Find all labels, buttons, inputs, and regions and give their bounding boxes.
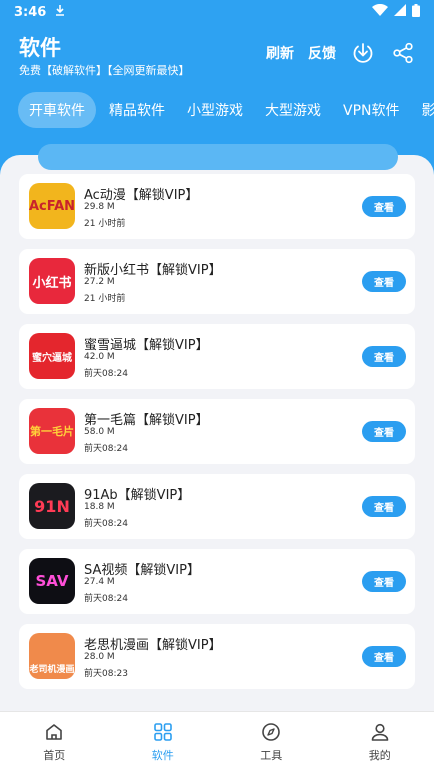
download-circle-icon bbox=[353, 43, 373, 63]
app-icon-mixue: 蜜穴逼城 bbox=[29, 333, 75, 379]
refresh-button[interactable]: 刷新 bbox=[266, 43, 294, 63]
banner-placeholder bbox=[38, 144, 398, 170]
tab-small-games[interactable]: 小型游戏 bbox=[178, 92, 252, 128]
nav-tools[interactable]: 工具 bbox=[217, 712, 326, 773]
list-item[interactable]: SAV SA视频【解锁VIP】 27.4 M 前天08:24 查看 bbox=[19, 549, 415, 614]
app-list: AcFAN Ac动漫【解锁VIP】 29.8 M 21 小时前 查看 小红书 新… bbox=[19, 174, 415, 699]
tab-jingpin[interactable]: 精品软件 bbox=[100, 92, 174, 128]
app-time: 前天08:24 bbox=[84, 369, 128, 379]
tab-video[interactable]: 影视软件 bbox=[413, 92, 434, 128]
compass-icon bbox=[262, 723, 281, 741]
view-button[interactable]: 查看 bbox=[362, 421, 406, 442]
share-button[interactable] bbox=[390, 40, 416, 66]
app-name: SA视频【解锁VIP】 bbox=[84, 563, 200, 578]
app-icon-laosiji: 老司机漫画 bbox=[29, 633, 75, 679]
app-icon-diyimaopian: 第一毛片 bbox=[29, 408, 75, 454]
app-icon-sav: SAV bbox=[29, 558, 75, 604]
app-size: 27.4 M bbox=[84, 577, 115, 587]
app-time: 21 小时前 bbox=[84, 219, 126, 229]
tab-kaiche[interactable]: 开車软件 bbox=[18, 92, 96, 128]
app-size: 29.8 M bbox=[84, 202, 115, 212]
view-button[interactable]: 查看 bbox=[362, 346, 406, 367]
app-time: 21 小时前 bbox=[84, 294, 126, 304]
view-button[interactable]: 查看 bbox=[362, 646, 406, 667]
app-name: 第一毛篇【解锁VIP】 bbox=[84, 413, 209, 428]
app-size: 28.0 M bbox=[84, 652, 115, 662]
app-time: 前天08:24 bbox=[84, 519, 128, 529]
download-icon bbox=[54, 4, 66, 20]
status-time: 3:46 bbox=[14, 4, 47, 20]
share-icon bbox=[393, 42, 413, 64]
nav-tools-label: 工具 bbox=[260, 749, 283, 762]
tab-large-games[interactable]: 大型游戏 bbox=[256, 92, 330, 128]
list-item[interactable]: 91N 91Ab【解锁VIP】 18.8 M 前天08:24 查看 bbox=[19, 474, 415, 539]
nav-mine[interactable]: 我的 bbox=[326, 712, 434, 773]
app-time: 前天08:24 bbox=[84, 444, 128, 454]
nav-software[interactable]: 软件 bbox=[109, 712, 218, 773]
view-button[interactable]: 查看 bbox=[362, 271, 406, 292]
view-button[interactable]: 查看 bbox=[362, 571, 406, 592]
list-item[interactable]: 老司机漫画 老思机漫画【解锁VIP】 28.0 M 前天08:23 查看 bbox=[19, 624, 415, 689]
wifi-icon bbox=[372, 3, 388, 20]
nav-software-label: 软件 bbox=[151, 749, 174, 762]
list-item[interactable]: 第一毛片 第一毛篇【解锁VIP】 58.0 M 前天08:24 查看 bbox=[19, 399, 415, 464]
app-name: Ac动漫【解锁VIP】 bbox=[84, 188, 199, 203]
view-button[interactable]: 查看 bbox=[362, 196, 406, 217]
feedback-button[interactable]: 反馈 bbox=[308, 43, 336, 63]
app-size: 27.2 M bbox=[84, 277, 115, 287]
app-size: 18.8 M bbox=[84, 502, 115, 512]
app-name: 新版小红书【解锁VIP】 bbox=[84, 263, 222, 278]
page-title: 软件 bbox=[19, 36, 61, 60]
nav-home[interactable]: 首页 bbox=[0, 712, 109, 773]
home-icon bbox=[46, 724, 63, 740]
page-subtitle: 免费【破解软件】【全网更新最快】 bbox=[19, 64, 190, 77]
app-size: 42.0 M bbox=[84, 352, 115, 362]
app-icon-xiaohongshu: 小红书 bbox=[29, 258, 75, 304]
list-item[interactable]: AcFAN Ac动漫【解锁VIP】 29.8 M 21 小时前 查看 bbox=[19, 174, 415, 239]
nav-home-label: 首页 bbox=[43, 749, 66, 762]
signal-icon bbox=[394, 4, 406, 20]
grid-icon bbox=[153, 723, 172, 741]
app-name: 91Ab【解锁VIP】 bbox=[84, 488, 191, 503]
view-button[interactable]: 查看 bbox=[362, 496, 406, 517]
download-button[interactable] bbox=[350, 40, 376, 66]
status-bar: 3:46 bbox=[0, 0, 434, 24]
list-item[interactable]: 小红书 新版小红书【解锁VIP】 27.2 M 21 小时前 查看 bbox=[19, 249, 415, 314]
app-header: 软件 免费【破解软件】【全网更新最快】 刷新 反馈 bbox=[0, 30, 434, 80]
app-time: 前天08:23 bbox=[84, 669, 128, 679]
category-tabs: 开車软件 精品软件 小型游戏 大型游戏 VPN软件 影视软件 bbox=[0, 92, 434, 128]
app-icon-91n: 91N bbox=[29, 483, 75, 529]
tab-vpn[interactable]: VPN软件 bbox=[334, 92, 409, 128]
bottom-nav: 首页 软件 工具 我的 bbox=[0, 711, 434, 773]
nav-mine-label: 我的 bbox=[368, 749, 391, 762]
list-item[interactable]: 蜜穴逼城 蜜雪逼城【解锁VIP】 42.0 M 前天08:24 查看 bbox=[19, 324, 415, 389]
app-time: 前天08:24 bbox=[84, 594, 128, 604]
battery-icon bbox=[412, 3, 420, 21]
app-name: 蜜雪逼城【解锁VIP】 bbox=[84, 338, 209, 353]
app-name: 老思机漫画【解锁VIP】 bbox=[84, 638, 222, 653]
user-icon bbox=[371, 723, 389, 741]
app-icon-acfan: AcFAN bbox=[29, 183, 75, 229]
app-size: 58.0 M bbox=[84, 427, 115, 437]
